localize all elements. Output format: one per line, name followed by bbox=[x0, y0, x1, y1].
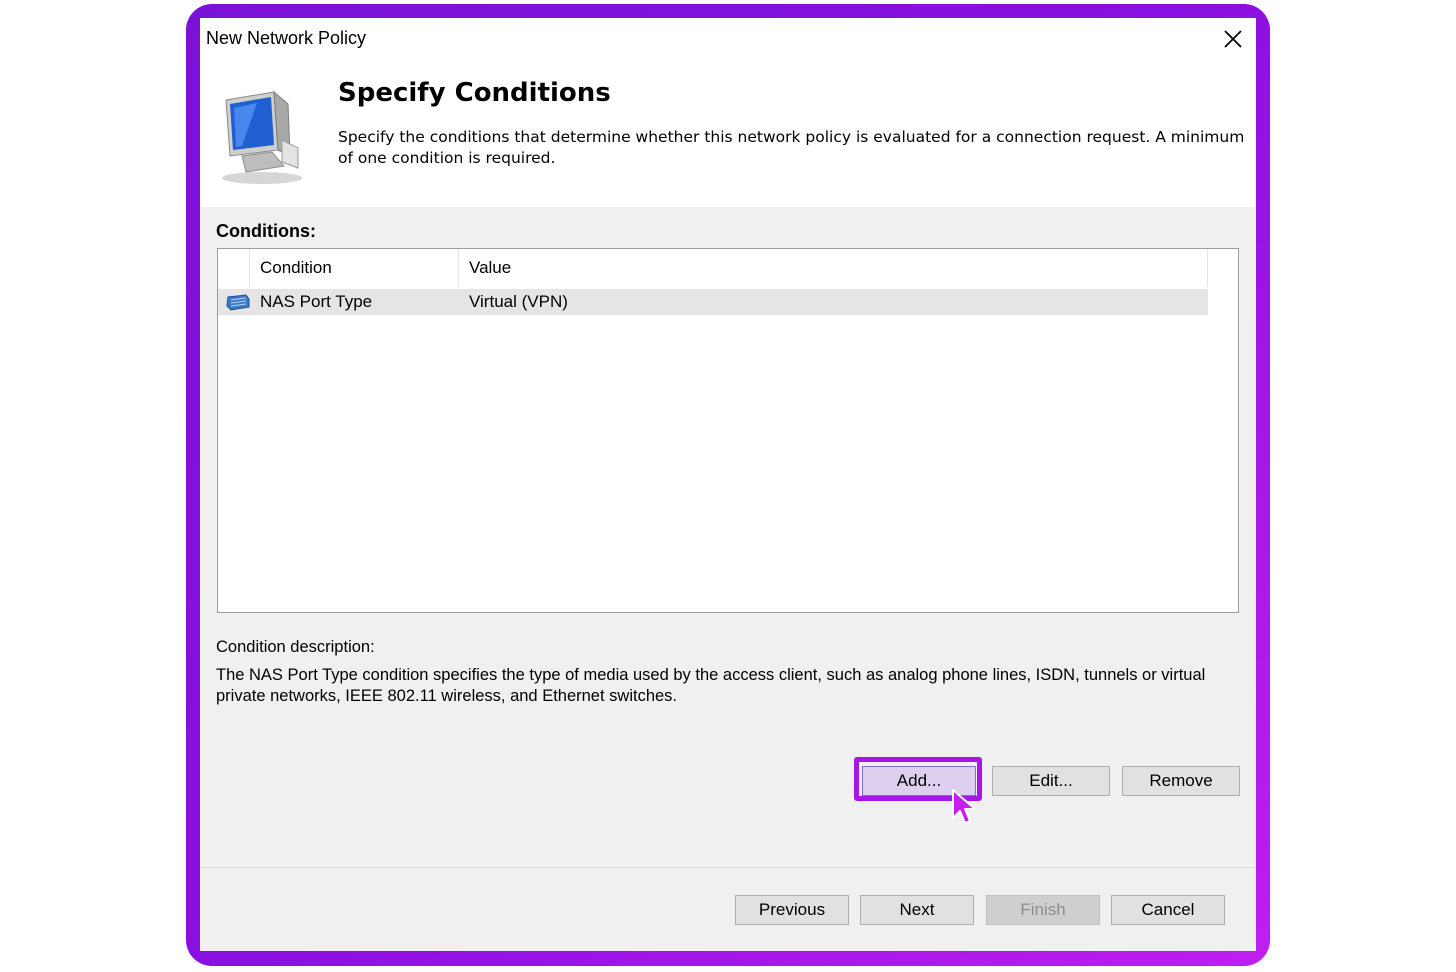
column-header-condition[interactable]: Condition bbox=[250, 249, 459, 287]
computer-monitor-icon bbox=[222, 90, 302, 184]
condition-description-label: Condition description: bbox=[216, 638, 375, 656]
close-icon[interactable] bbox=[1218, 24, 1248, 54]
page-description: Specify the conditions that determine wh… bbox=[338, 128, 1245, 167]
column-header-icon bbox=[218, 249, 250, 287]
row-value: Virtual (VPN) bbox=[469, 292, 568, 311]
column-header-value-label: Value bbox=[469, 258, 512, 277]
condition-description-text: The NAS Port Type condition specifies th… bbox=[216, 666, 1206, 705]
next-button[interactable]: Next bbox=[860, 895, 974, 925]
edit-button[interactable]: Edit... bbox=[992, 766, 1110, 796]
column-header-value[interactable]: Value bbox=[459, 249, 1208, 287]
column-header-condition-label: Condition bbox=[260, 258, 332, 277]
table-row[interactable]: NAS Port Type Virtual (VPN) bbox=[218, 289, 1208, 315]
title-bar: New Network Policy bbox=[200, 18, 1256, 60]
mouse-cursor-icon bbox=[952, 789, 976, 824]
conditions-label: Conditions: bbox=[216, 221, 316, 241]
network-port-icon bbox=[226, 294, 250, 311]
new-network-policy-dialog: New Network Policy Specify Conditions Sp… bbox=[200, 18, 1256, 951]
finish-button: Finish bbox=[986, 895, 1100, 925]
cancel-button[interactable]: Cancel bbox=[1111, 895, 1225, 925]
previous-button[interactable]: Previous bbox=[735, 895, 849, 925]
window-title: New Network Policy bbox=[206, 28, 367, 48]
footer-divider bbox=[200, 867, 1256, 868]
remove-button[interactable]: Remove bbox=[1122, 766, 1240, 796]
conditions-list[interactable]: Condition Value NAS Port Type Virtual (V… bbox=[217, 248, 1239, 613]
row-condition: NAS Port Type bbox=[260, 292, 373, 311]
page-title: Specify Conditions bbox=[338, 78, 611, 108]
